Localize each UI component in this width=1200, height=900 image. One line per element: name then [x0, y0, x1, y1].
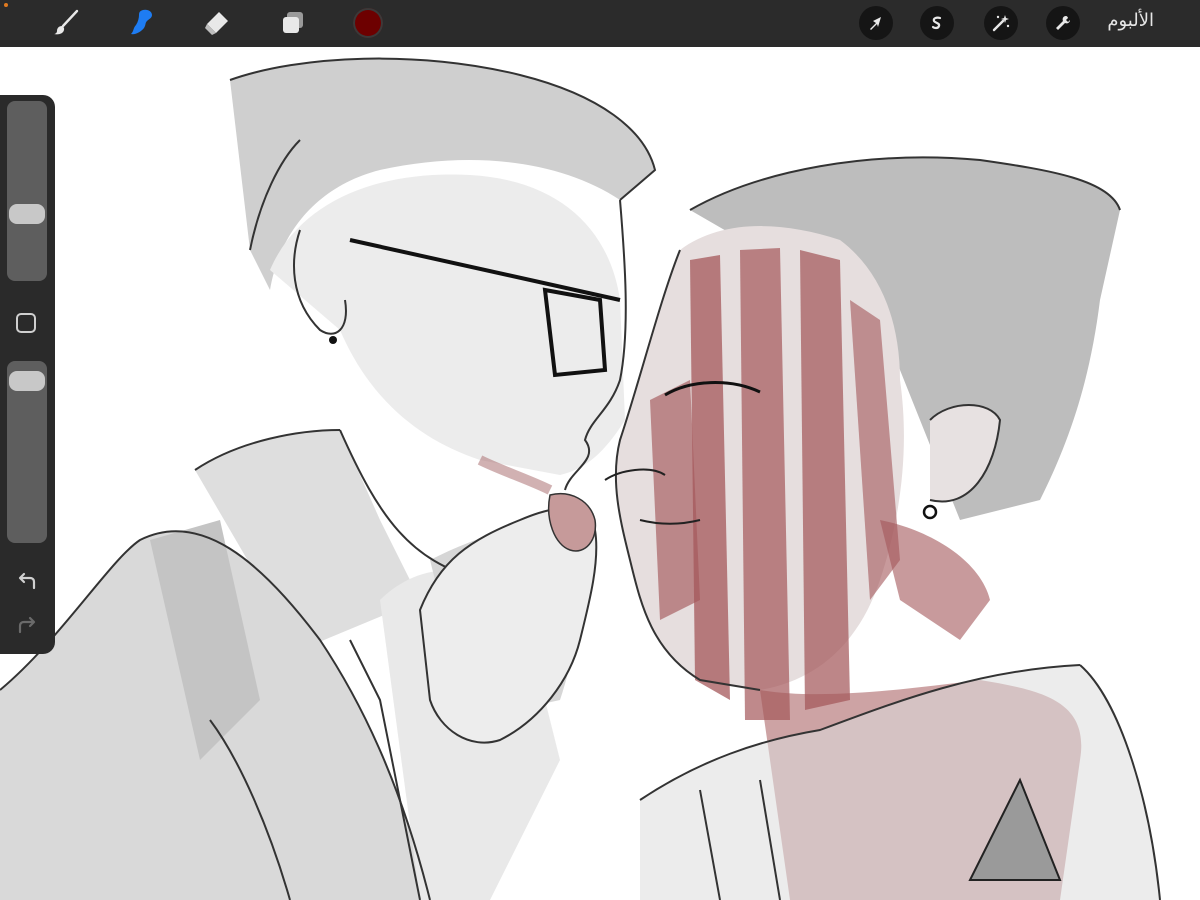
top-toolbar: الألبوم: [0, 0, 1200, 47]
opacity-slider[interactable]: [7, 361, 47, 543]
actions-button[interactable]: [1046, 6, 1080, 40]
cursor-arrow-icon: [870, 17, 881, 30]
eraser-tool-button[interactable]: [199, 5, 235, 41]
layers-tool-button[interactable]: [275, 5, 311, 41]
undo-icon[interactable]: [14, 571, 40, 593]
selection-button[interactable]: [920, 6, 954, 40]
brush-size-slider[interactable]: [7, 101, 47, 281]
drawing-canvas[interactable]: [0, 47, 1200, 900]
brush-tool-button[interactable]: [48, 5, 84, 41]
magic-wand-icon: [992, 15, 1010, 32]
smudge-tool-button[interactable]: [124, 5, 160, 41]
eraser-icon: [205, 12, 228, 35]
wrench-icon: [1056, 16, 1070, 30]
brush-icon: [54, 9, 79, 35]
current-color-button[interactable]: [353, 8, 383, 38]
status-dot: [4, 3, 8, 7]
gallery-button[interactable]: الألبوم: [1107, 10, 1154, 31]
transform-button[interactable]: [859, 6, 893, 40]
smudge-icon: [131, 9, 152, 35]
brush-size-thumb[interactable]: [9, 204, 45, 225]
redo-icon[interactable]: [14, 615, 40, 637]
selection-s-icon: [931, 16, 942, 30]
adjustments-button[interactable]: [984, 6, 1018, 40]
opacity-thumb[interactable]: [9, 370, 45, 391]
sidebar: [0, 95, 55, 654]
square-icon[interactable]: [16, 313, 36, 333]
layers-icon: [283, 12, 303, 33]
